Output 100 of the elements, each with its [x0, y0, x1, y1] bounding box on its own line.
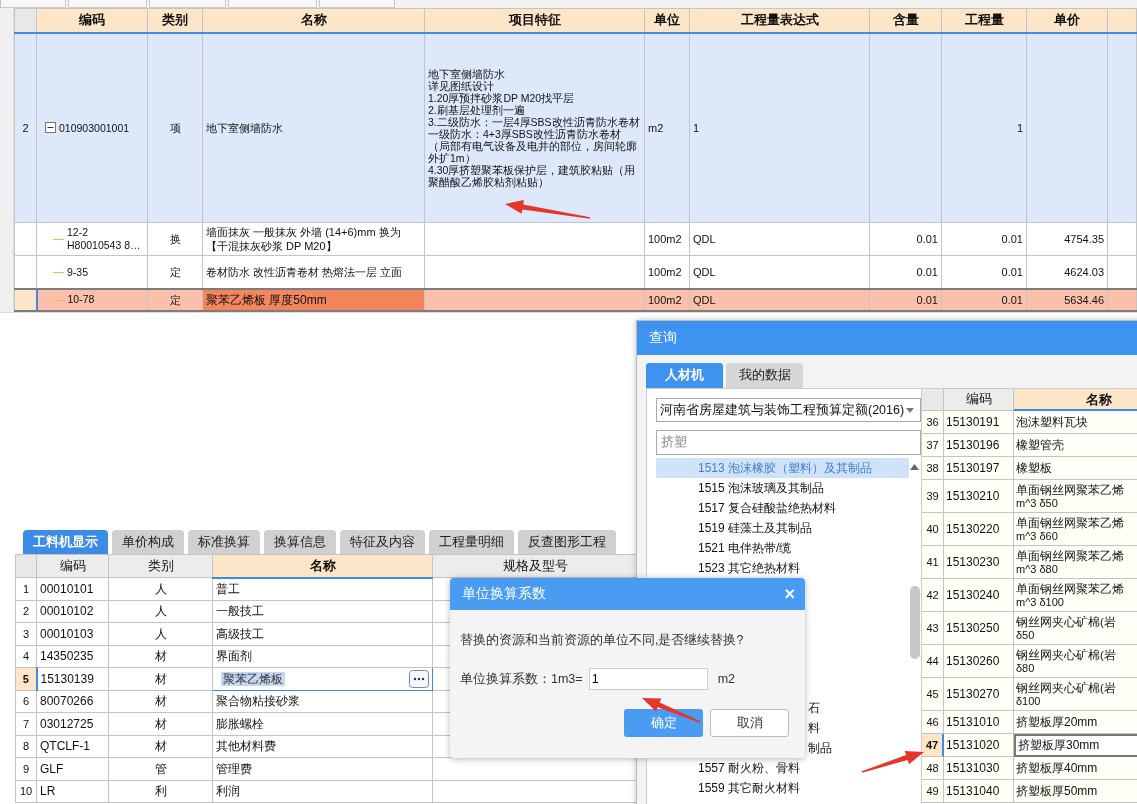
tree-item[interactable]: 1523 其它绝热材料 [656, 558, 909, 578]
quantity-text: 0.01 [1001, 266, 1023, 279]
column-header[interactable]: 名称 [212, 554, 433, 578]
tree-item[interactable]: 1557 耐火粉、骨料 [656, 758, 909, 778]
tree-item[interactable]: 1521 电伴热带/缆 [656, 538, 909, 558]
tab[interactable] [0, 0, 66, 8]
name-cell: 挤塑板厚30mm [1014, 734, 1137, 757]
tab[interactable]: 标准换算 [188, 530, 260, 554]
arrow [861, 750, 924, 773]
tree-item[interactable]: 1515 泡沫玻璃及其制品 [656, 478, 909, 498]
unit-text: m2 [717, 672, 735, 686]
tab[interactable] [149, 0, 226, 8]
category-text: 换 [169, 233, 181, 246]
code-text: 15130139 [40, 671, 94, 686]
code-text: GLF [40, 761, 64, 776]
column-header[interactable]: 编码 [36, 8, 148, 33]
code-text: 14350235 [40, 649, 94, 664]
content-text: 0.01 [916, 233, 938, 246]
row-number: 1 [15, 577, 37, 600]
code-text: 15131020 [946, 738, 1000, 752]
code-text: 00010102 [40, 604, 94, 619]
row-number: 4 [15, 645, 37, 668]
name-text: 聚合物粘接砂浆 [216, 694, 300, 709]
name-cell: 挤塑板厚40mm [1014, 757, 1137, 780]
code-text: 010903001001 [59, 120, 130, 135]
more-button[interactable] [409, 669, 429, 688]
column-header[interactable]: 编码 [36, 554, 109, 578]
category-text: 项 [169, 121, 181, 134]
tab[interactable]: 换算信息 [264, 530, 336, 554]
table-row[interactable]: 12-2 H80010543 8… 换 墙面抹灰 一般抹灰 外墙 (14+6)mm 换为【干混抹灰砂浆 DP M20】 100m2 QDL 0.01 0.01 4754.35 [14, 222, 1137, 256]
tree-item[interactable]: 1517 复合硅酸盐绝热材料 [656, 498, 909, 518]
column-header[interactable]: 类别 [147, 8, 203, 33]
row-number: 43 [922, 612, 944, 645]
name-text: 普工 [216, 582, 240, 596]
name-text: 一般技工 [216, 604, 264, 619]
name-text: 管理费 [216, 761, 252, 776]
tab[interactable] [68, 0, 147, 8]
dialog-title: 单位换算系数 [462, 585, 546, 603]
code-text: 12-2 H80010543 8… [67, 226, 141, 253]
corner-cell [14, 8, 37, 33]
code-text: 15130230 [946, 555, 1000, 569]
selected-text[interactable]: 聚苯乙烯板 [221, 671, 285, 686]
unit-text: m2 [648, 121, 664, 134]
code-text: 15131010 [946, 715, 1000, 729]
column-header[interactable]: 含量 [869, 8, 942, 33]
tab[interactable]: 工程量明细 [429, 530, 514, 554]
unit-text: 100m2 [648, 266, 682, 279]
name-cell: 墙面抹灰 一般抹灰 外墙 (14+6)mm 换为【干混抹灰砂浆 DP M20】 [202, 222, 425, 256]
column-header[interactable]: 工程量表达式 [689, 8, 870, 33]
tab[interactable]: 我的数据 [726, 363, 803, 388]
name-cell: 挤塑板厚50mm [1014, 780, 1137, 803]
tree-item[interactable]: 1519 硅藻土及其制品 [656, 518, 909, 538]
category-text: 材 [154, 739, 167, 754]
name-text: 高级技工 [216, 626, 264, 641]
row-number: 10 [15, 780, 37, 803]
column-header[interactable]: 类别 [108, 554, 213, 578]
edit-cell[interactable]: 聚苯乙烯板 [212, 667, 433, 690]
library-dropdown[interactable]: 河南省房屋建筑与装饰工程预算定额(2016) [656, 398, 921, 422]
tab[interactable]: 特征及内容 [340, 530, 425, 554]
column-header[interactable]: 名称 [202, 8, 425, 33]
column-header[interactable]: 工程量 [941, 8, 1027, 33]
scroll-thumb[interactable] [910, 586, 920, 659]
column-header[interactable]: 名称 [1014, 389, 1137, 411]
quantity-text: 0.01 [1001, 293, 1023, 306]
row-number: 40 [922, 513, 944, 546]
code-text: 15130270 [946, 687, 1000, 701]
row-number: 3 [15, 622, 37, 645]
price-text: 4754.35 [1064, 233, 1104, 246]
category-text: 利 [154, 784, 167, 799]
table-row[interactable]: 10-78 定 聚苯乙烯板 厚度50mm 100m2 QDL 0.01 0.01 5634.46 [14, 288, 1137, 311]
row-number: 49 [922, 780, 944, 803]
name-text: 膨胀螺栓 [216, 716, 264, 731]
search-field[interactable]: 挤塑 [656, 430, 921, 455]
field-label: 单位换算系数：1m3= [460, 670, 583, 688]
name-cell: 泡沫塑料瓦块 [1014, 411, 1137, 434]
code-text: 15130210 [946, 489, 1000, 503]
row-number: 9 [15, 757, 37, 780]
category-text: 定 [169, 293, 181, 306]
column-header[interactable]: 单价 [1026, 8, 1108, 33]
cancel-button[interactable]: 取消 [710, 709, 789, 737]
row-number: 6 [15, 690, 37, 713]
tab[interactable]: 单价构成 [112, 530, 184, 554]
column-header[interactable]: 项目特征 [424, 8, 645, 33]
name-cell: 橡塑板 [1014, 457, 1137, 480]
code-text: 00010103 [40, 626, 94, 641]
code-text: 15131040 [946, 784, 1000, 798]
code-text: 80070266 [40, 694, 94, 709]
scroll-up-icon[interactable] [910, 464, 919, 470]
row-number: 39 [922, 480, 944, 513]
tab[interactable] [319, 0, 395, 8]
column-header[interactable]: 单位 [644, 8, 690, 33]
category-text: 管 [154, 761, 167, 776]
tab[interactable] [228, 0, 317, 8]
expression-text: QDL [693, 233, 716, 246]
expression-text: QDL [693, 266, 716, 279]
input-field[interactable]: 1 [588, 668, 708, 690]
tree-item[interactable]: 1559 其它耐火材料 [656, 778, 909, 798]
quantity-text: 0.01 [1001, 233, 1023, 246]
collapse-icon[interactable] [45, 122, 56, 134]
tab[interactable]: 反查图形工程 [518, 530, 616, 554]
